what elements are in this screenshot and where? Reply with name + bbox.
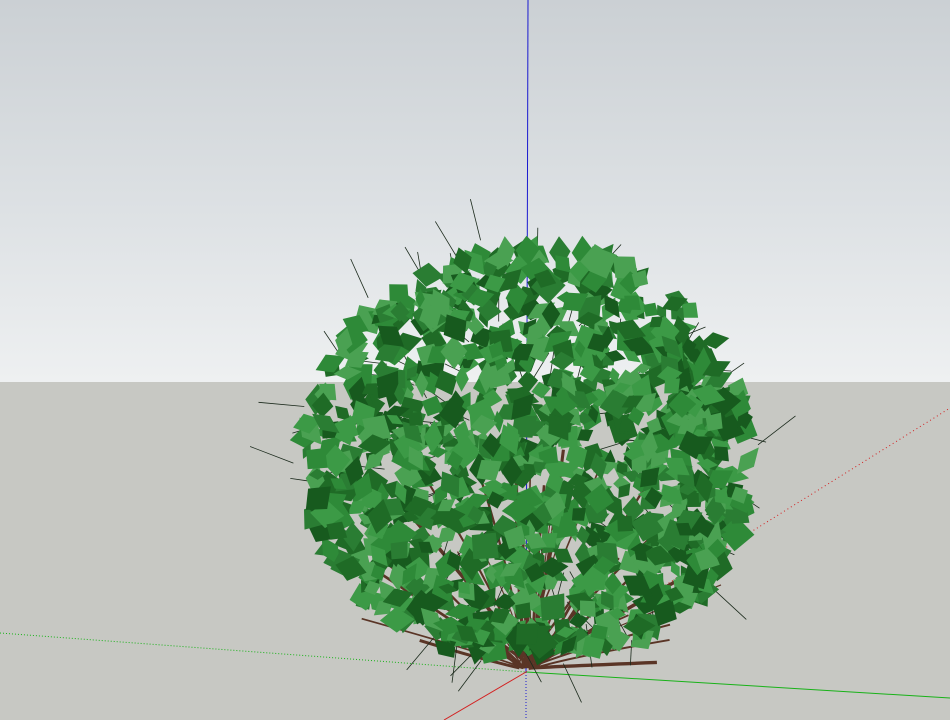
red-axis-positive: [443, 671, 527, 720]
twig: [457, 660, 482, 692]
leaf: [540, 593, 565, 621]
leaf: [617, 515, 634, 532]
leaf: [458, 581, 470, 595]
shrub-model[interactable]: [249, 199, 796, 703]
leaf: [714, 446, 729, 462]
leaf: [643, 302, 659, 317]
leaf: [515, 602, 531, 620]
twig: [404, 246, 421, 273]
leaf: [736, 447, 759, 474]
twig: [434, 221, 458, 258]
twig: [258, 401, 305, 407]
twig: [757, 415, 796, 446]
leaf: [306, 448, 328, 470]
twig: [714, 589, 747, 620]
3d-viewport[interactable]: [0, 0, 950, 720]
twig: [290, 478, 308, 482]
twig: [562, 663, 582, 703]
twig: [406, 637, 435, 671]
green-axis-positive: [525, 671, 950, 699]
scene-canvas[interactable]: [0, 0, 950, 720]
leaf: [408, 411, 423, 426]
twig: [350, 258, 369, 298]
twig: [470, 199, 481, 241]
leaf: [305, 486, 331, 510]
leaf: [580, 600, 596, 617]
shrub-leaves: [289, 235, 759, 666]
leaf: [471, 532, 499, 560]
leaf: [681, 302, 699, 318]
leaf: [516, 623, 539, 645]
twig: [249, 446, 294, 464]
leaf: [664, 378, 680, 394]
leaf: [571, 508, 586, 521]
leaf: [390, 541, 408, 560]
leaf: [592, 577, 606, 590]
